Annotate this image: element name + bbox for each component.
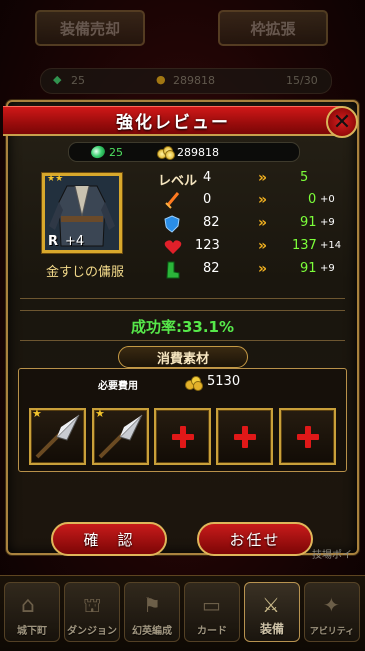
card-icon: ▭ xyxy=(202,593,221,617)
material-slot-5[interactable] xyxy=(279,408,336,465)
close-icon: ✕ xyxy=(332,109,352,135)
stat-next: 137 xyxy=(292,238,317,253)
bg-gems: 25 xyxy=(71,74,85,87)
stat-next: 5 xyxy=(300,170,309,185)
coin-icon xyxy=(185,376,203,391)
equipment-icon: ⚔ xyxy=(262,593,280,617)
nav-party[interactable]: ⚑ 幻英編成 xyxy=(124,582,180,642)
nav-equipment[interactable]: ⚔ 装備 xyxy=(244,582,300,642)
stat-next: 0 xyxy=(308,192,317,207)
divider xyxy=(20,340,345,341)
material-slot-1[interactable]: ★ xyxy=(29,407,86,465)
material-slot-3[interactable] xyxy=(154,408,211,465)
nav-dungeon[interactable]: ⛫ ダンジョン xyxy=(64,582,120,642)
stat-current: 0 xyxy=(203,192,212,207)
currency-bar: 25 289818 xyxy=(68,142,300,162)
stat-delta: +9 xyxy=(320,217,335,228)
arena-points-tag: 技場ポイ xyxy=(312,550,352,561)
close-button[interactable]: ✕ xyxy=(326,106,358,138)
coin-icon xyxy=(157,146,175,160)
arrow-icon: » xyxy=(258,238,268,254)
nav-label: 装備 xyxy=(259,622,284,636)
stat-current: 4 xyxy=(203,170,212,185)
background-status-bar: ◆ 25 ● 289818 15/30 xyxy=(40,68,332,94)
nav-label: カード xyxy=(197,626,227,637)
gem-icon: ◆ xyxy=(53,73,62,86)
arrow-icon: » xyxy=(258,215,268,231)
party-icon: ⚑ xyxy=(143,593,161,617)
stat-next: 91 xyxy=(300,215,317,230)
boot-icon xyxy=(166,261,180,279)
item-name: 金すじの傭服 xyxy=(45,265,124,280)
castle-icon: ⌂ xyxy=(21,593,35,618)
arrow-icon: » xyxy=(258,170,268,186)
sword-icon xyxy=(165,192,180,209)
success-rate: 成功率:33.1% xyxy=(130,318,235,336)
gem-count: 25 xyxy=(109,145,123,159)
item-rarity: R xyxy=(48,234,59,249)
materials-title: 消費素材 xyxy=(118,346,248,368)
plus-icon xyxy=(233,425,256,448)
item-plus: +4 xyxy=(65,234,85,249)
bg-coins: 289818 xyxy=(173,74,215,87)
stat-row-attack: 0 » 0 +0 xyxy=(150,192,350,212)
stat-delta: +14 xyxy=(320,240,342,251)
divider xyxy=(20,298,345,299)
auto-select-button[interactable]: お任せ xyxy=(197,522,313,556)
confirm-button[interactable]: 確 認 xyxy=(51,522,167,556)
material-slot-4[interactable] xyxy=(216,408,273,465)
heart-icon xyxy=(164,240,182,254)
cost-value: 5130 xyxy=(207,374,241,389)
item-stars: ★★ xyxy=(47,174,64,184)
arrow-icon: » xyxy=(258,261,268,277)
dungeon-icon: ⛫ xyxy=(83,593,102,617)
expand-slots-button: 枠拡張 xyxy=(218,10,328,46)
star-icon: ★ xyxy=(95,407,105,420)
nav-label: アビリティ xyxy=(309,627,355,637)
stat-row-hp: 123 » 137 +14 xyxy=(150,238,350,258)
ability-icon: ✦ xyxy=(323,593,340,617)
stat-row-level: レベル 4 » 5 xyxy=(150,170,350,190)
stat-next: 91 xyxy=(300,261,317,276)
material-slot-2[interactable]: ★ xyxy=(92,407,149,465)
level-label: レベル xyxy=(158,174,198,189)
nav-label: ダンジョン xyxy=(67,626,117,637)
gem-icon xyxy=(89,143,107,161)
bg-capacity: 15/30 xyxy=(286,74,318,87)
nav-label: 城下町 xyxy=(17,626,47,637)
star-icon: ★ xyxy=(32,407,42,420)
nav-label: 幻英編成 xyxy=(132,626,172,637)
stat-delta: +9 xyxy=(320,263,335,274)
nav-castle-town[interactable]: ⌂ 城下町 xyxy=(4,582,60,642)
divider xyxy=(20,310,345,311)
stat-delta: +0 xyxy=(320,194,335,205)
bottom-nav: ⌂ 城下町 ⛫ ダンジョン ⚑ 幻英編成 ▭ カード ⚔ 装備 ✦ アビリティ xyxy=(0,575,365,651)
stat-row-defense: 82 » 91 +9 xyxy=(150,215,350,235)
coin-count: 289818 xyxy=(177,145,219,159)
dialog-title: 強化レビュー xyxy=(3,106,343,136)
stat-current: 82 xyxy=(203,261,220,276)
stat-current: 82 xyxy=(203,215,220,230)
arrow-icon: » xyxy=(258,192,268,208)
stat-row-speed: 82 » 91 +9 xyxy=(150,261,350,281)
coin-icon: ● xyxy=(156,73,166,86)
sell-equipment-button: 装備売却 xyxy=(35,10,145,46)
stat-current: 123 xyxy=(195,238,220,253)
nav-ability[interactable]: ✦ アビリティ xyxy=(304,582,360,642)
cost-label: 必要費用 xyxy=(98,381,138,392)
shield-icon xyxy=(164,215,180,233)
equipment-portrait[interactable]: ★★ R +4 xyxy=(42,173,122,253)
plus-icon xyxy=(296,425,319,448)
nav-card[interactable]: ▭ カード xyxy=(184,582,240,642)
plus-icon xyxy=(171,425,194,448)
